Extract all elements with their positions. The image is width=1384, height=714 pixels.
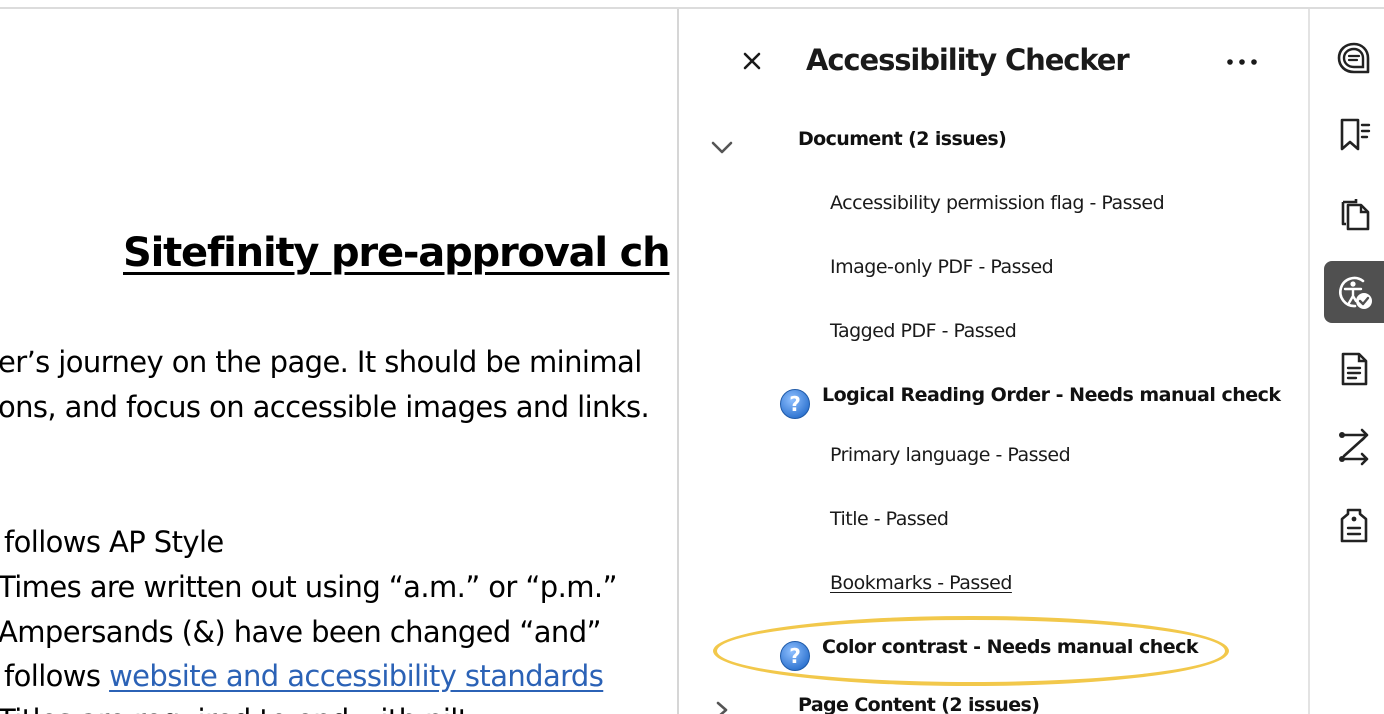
document-properties-icon xyxy=(1341,352,1368,386)
chevron-right-icon[interactable] xyxy=(709,700,735,714)
chevron-down-icon[interactable] xyxy=(709,137,735,157)
rail-bookmarks-button[interactable] xyxy=(1324,104,1384,166)
rail-document-properties-button[interactable] xyxy=(1324,338,1384,400)
accessibility-checker-panel xyxy=(679,9,1308,714)
more-options-icon[interactable] xyxy=(1222,48,1262,76)
close-icon[interactable] xyxy=(737,46,767,76)
tags-icon xyxy=(1340,508,1368,543)
check-item-title[interactable]: Title - Passed xyxy=(830,508,949,530)
rail-pages-button[interactable] xyxy=(1324,182,1384,244)
accessibility-icon xyxy=(1339,276,1372,309)
document-line: ons, and focus on accessible images and … xyxy=(0,390,650,424)
document-line: Times are written out using “a.m.” or “p… xyxy=(0,570,618,604)
check-item-bookmarks[interactable]: Bookmarks - Passed xyxy=(830,572,1012,594)
svg-text:?: ? xyxy=(789,392,801,416)
rail-tags-button[interactable] xyxy=(1324,494,1384,556)
rail-separator xyxy=(1308,9,1310,714)
document-line: er’s journey on the page. It should be m… xyxy=(0,345,642,379)
question-icon: ? xyxy=(780,641,810,671)
document-line: follows AP Style xyxy=(4,525,224,559)
rail-compare-button[interactable] xyxy=(1324,416,1384,478)
bookmarks-icon xyxy=(1340,118,1371,151)
svg-text:?: ? xyxy=(789,644,801,668)
check-item-image-only-pdf[interactable]: Image-only PDF - Passed xyxy=(830,256,1054,278)
document-line: follows website and accessibility standa… xyxy=(4,659,604,693)
standards-link[interactable]: website and accessibility standards xyxy=(109,659,604,693)
check-item-logical-reading-order[interactable]: Logical Reading Order - Needs manual che… xyxy=(822,384,1281,406)
group-document[interactable]: Document (2 issues) xyxy=(798,128,1007,150)
pages-icon xyxy=(1341,199,1370,231)
document-heading: Sitefinity pre-approval ch xyxy=(123,230,671,276)
check-item-tagged-pdf[interactable]: Tagged PDF - Passed xyxy=(830,320,1017,342)
document-line: Ampersands (&) have been changed “and” xyxy=(0,615,602,649)
check-item-permission-flag[interactable]: Accessibility permission flag - Passed xyxy=(830,192,1165,214)
document-line-prefix: follows xyxy=(4,659,110,693)
document-view[interactable]: Sitefinity pre-approval ch er’s journey … xyxy=(0,9,677,714)
question-icon: ? xyxy=(780,389,810,419)
check-item-primary-language[interactable]: Primary language - Passed xyxy=(830,444,1071,466)
panel-title: Accessibility Checker xyxy=(806,43,1130,77)
rail-comment-button[interactable] xyxy=(1324,27,1384,89)
document-line-partial: Titles are required to end with nilt xyxy=(0,703,469,714)
check-item-color-contrast[interactable]: Color contrast - Needs manual check xyxy=(822,636,1199,658)
comment-icon xyxy=(1337,42,1370,74)
rail-accessibility-button[interactable] xyxy=(1324,261,1384,323)
compare-icon xyxy=(1339,428,1369,466)
group-page-content[interactable]: Page Content (2 issues) xyxy=(798,694,1040,714)
